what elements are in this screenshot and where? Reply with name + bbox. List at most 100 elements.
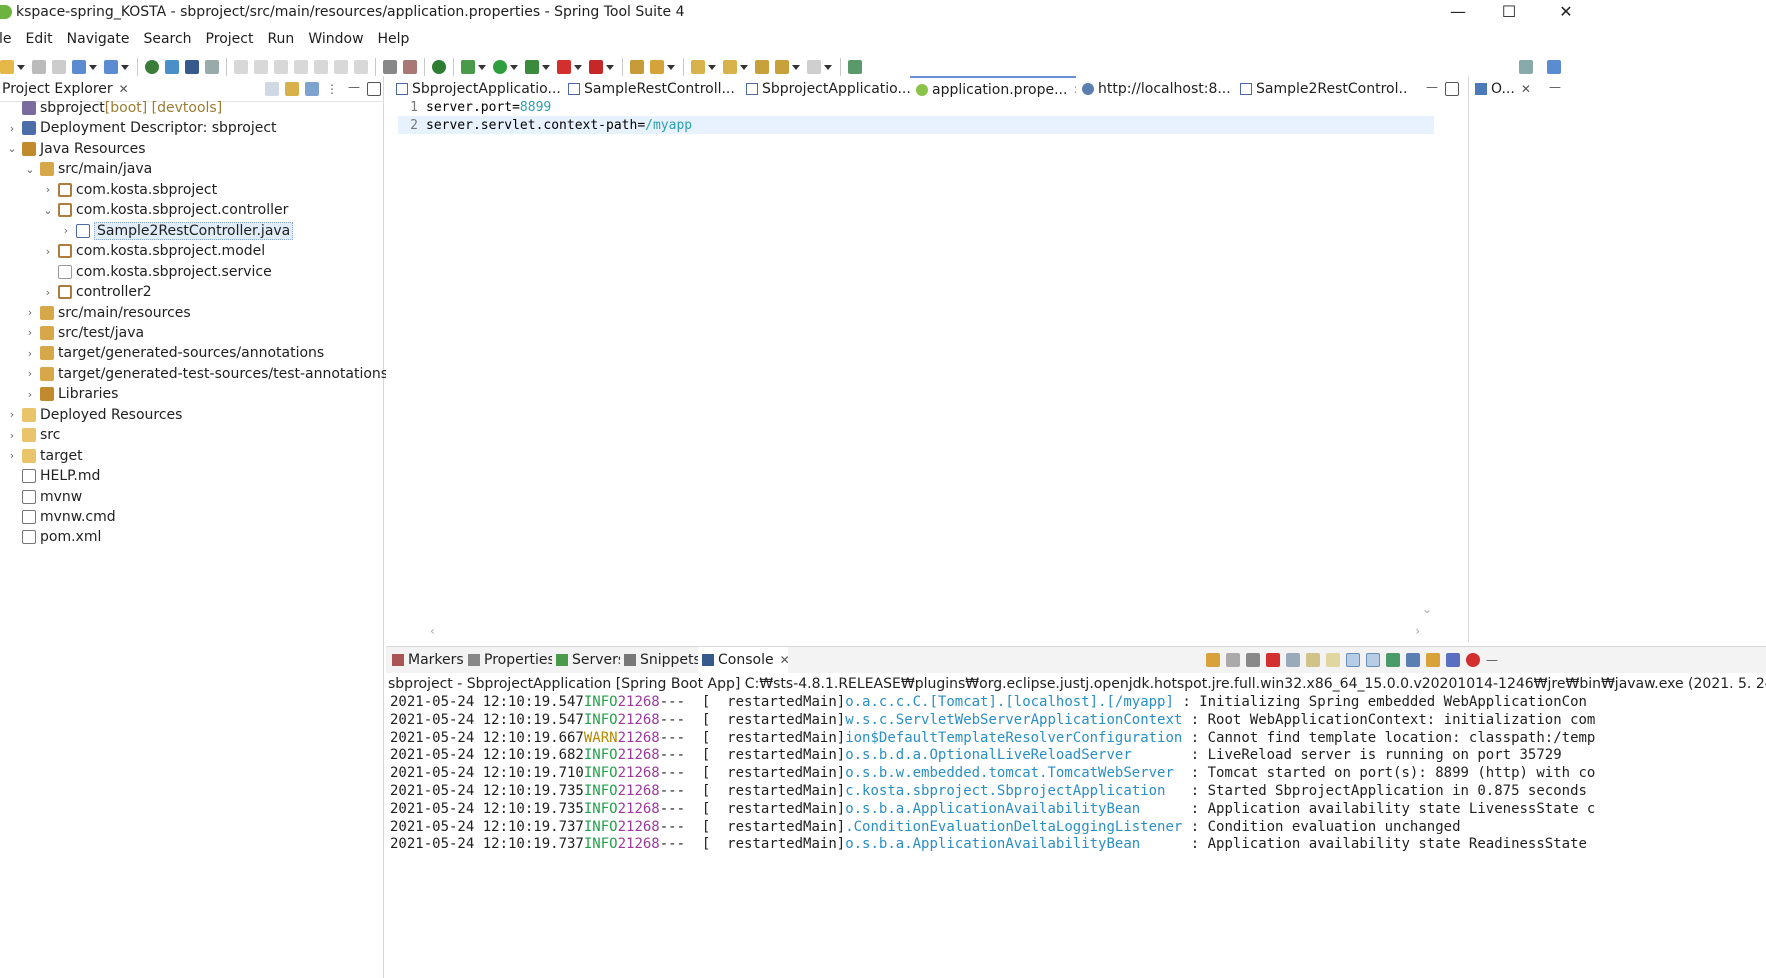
pen-icon[interactable]: [650, 60, 664, 74]
back-dropdown-icon[interactable]: [792, 64, 800, 70]
tree-item[interactable]: sbproject [boot] [devtools]: [6, 98, 222, 118]
chevron-down-icon[interactable]: ⌄: [42, 200, 54, 220]
toggle-block-icon[interactable]: [383, 60, 397, 74]
menu-window[interactable]: Window: [301, 31, 370, 47]
debug-icon[interactable]: [461, 60, 475, 74]
menu-search[interactable]: Search: [136, 31, 198, 47]
pin-icon[interactable]: [1386, 653, 1400, 667]
tree-item[interactable]: ⌄ com.kosta.sbproject.controller: [42, 200, 288, 220]
terminate-icon[interactable]: [274, 60, 288, 74]
tree-item[interactable]: mvnw: [6, 487, 82, 507]
globe-icon[interactable]: [145, 60, 159, 74]
scroll-left-icon[interactable]: ‹: [430, 624, 435, 638]
java-perspective-icon[interactable]: [1547, 60, 1561, 74]
collapse-all-icon[interactable]: [265, 82, 279, 96]
minimize-view-icon[interactable]: —: [1549, 80, 1561, 94]
skip-breakpoints-icon[interactable]: [403, 60, 417, 74]
show-on-stdout-icon[interactable]: [1346, 653, 1360, 667]
menu-help[interactable]: Help: [371, 31, 417, 47]
tree-item[interactable]: ⌄ Java Resources: [6, 139, 145, 159]
disconnect-icon[interactable]: [294, 60, 308, 74]
pin-console-icon[interactable]: [1206, 653, 1220, 667]
maximize-editor-icon[interactable]: [1445, 82, 1459, 96]
minimize-view-icon[interactable]: —: [347, 81, 361, 96]
new-spring-project-icon[interactable]: [72, 60, 86, 74]
tree-item[interactable]: › target/generated-test-sources/test-anno…: [24, 364, 388, 384]
resume-icon[interactable]: [234, 60, 248, 74]
previous-annotation-icon[interactable]: [723, 60, 737, 74]
close-icon[interactable]: ✕: [1521, 82, 1531, 96]
tree-item[interactable]: › Sample2RestController.java: [60, 221, 294, 241]
show-on-stderr-icon[interactable]: [1366, 653, 1380, 667]
remove-all-icon[interactable]: [1246, 653, 1260, 667]
tree-item[interactable]: › target/generated-sources/annotations: [24, 343, 324, 363]
chevron-right-icon[interactable]: ›: [24, 364, 36, 384]
remove-launch-icon[interactable]: [1226, 653, 1240, 667]
link-with-editor-icon[interactable]: [285, 82, 299, 96]
chevron-down-icon[interactable]: ⌄: [6, 139, 18, 159]
new-dropdown-icon[interactable]: [17, 64, 25, 70]
search-icon[interactable]: [1487, 60, 1501, 74]
tree-item[interactable]: › Deployed Resources: [6, 405, 183, 425]
chevron-right-icon[interactable]: ›: [42, 282, 54, 302]
save-all-icon[interactable]: [52, 60, 66, 74]
menu-project[interactable]: Project: [199, 31, 261, 47]
code-line[interactable]: 2 server.servlet.context-path=/myapp: [398, 116, 1434, 134]
chevron-right-icon[interactable]: ›: [6, 425, 18, 445]
chevron-right-icon[interactable]: ›: [6, 118, 18, 138]
chevron-right-icon[interactable]: ›: [24, 343, 36, 363]
maximize-button[interactable]: ☐: [1489, 0, 1529, 22]
chevron-down-icon[interactable]: ⌄: [24, 159, 36, 179]
view-menu-icon[interactable]: ⋮: [325, 82, 339, 96]
tree-item[interactable]: › src: [6, 425, 61, 445]
stop-icon[interactable]: [557, 60, 571, 74]
terminate-icon[interactable]: [1266, 653, 1280, 667]
spring-icon[interactable]: [1466, 653, 1480, 667]
tree-item[interactable]: › Deployment Descriptor: sbproject: [6, 118, 277, 138]
close-icon[interactable]: ✕: [119, 82, 129, 96]
new-java-icon[interactable]: [104, 60, 118, 74]
tree-item[interactable]: com.kosta.sbproject.service: [42, 262, 272, 282]
tree-item[interactable]: › com.kosta.sbproject: [42, 180, 217, 200]
java-dropdown-icon[interactable]: [121, 64, 129, 70]
open-task-icon[interactable]: [630, 60, 644, 74]
maximize-view-icon[interactable]: [367, 82, 381, 96]
previous-annotation-dropdown-icon[interactable]: [740, 64, 748, 70]
forward-dropdown-icon[interactable]: [824, 64, 832, 70]
chevron-right-icon[interactable]: ›: [42, 241, 54, 261]
open-perspective-icon[interactable]: [1519, 60, 1533, 74]
chevron-right-icon[interactable]: ›: [24, 384, 36, 404]
console-view-tab[interactable]: Console ✕: [698, 647, 788, 673]
terminal-icon[interactable]: [185, 60, 199, 74]
menu-navigate[interactable]: Navigate: [60, 31, 137, 47]
open-console-icon[interactable]: [1426, 653, 1440, 667]
close-icon[interactable]: ✕: [780, 653, 788, 667]
menu-edit[interactable]: Edit: [19, 31, 60, 47]
tab-outline[interactable]: O... ✕: [1469, 76, 1539, 102]
step-over-icon[interactable]: [334, 60, 348, 74]
tree-item[interactable]: › src/main/resources: [24, 303, 191, 323]
filter-icon[interactable]: [305, 82, 319, 96]
console-view-tab[interactable]: Servers: [552, 647, 620, 673]
chevron-right-icon[interactable]: ›: [42, 180, 54, 200]
tree-item[interactable]: pom.xml: [6, 527, 101, 547]
minimize-editor-icon[interactable]: —: [1425, 81, 1439, 96]
spring-dropdown-icon[interactable]: [89, 64, 97, 70]
scroll-lock-icon[interactable]: [1306, 653, 1320, 667]
suspend-icon[interactable]: [254, 60, 268, 74]
step-return-icon[interactable]: [354, 60, 368, 74]
pin-editor-icon[interactable]: [848, 60, 862, 74]
external-tools-icon[interactable]: [589, 60, 603, 74]
extra-console-icon[interactable]: [1446, 653, 1460, 667]
next-annotation-dropdown-icon[interactable]: [708, 64, 716, 70]
stop-dropdown-icon[interactable]: [574, 64, 582, 70]
external-tools-dropdown-icon[interactable]: [606, 64, 614, 70]
tree-item[interactable]: mvnw.cmd: [6, 507, 116, 527]
tree-item[interactable]: › com.kosta.sbproject.model: [42, 241, 265, 261]
spring-boot-dashboard-icon[interactable]: [432, 60, 446, 74]
scroll-down-icon[interactable]: ⌄: [1422, 602, 1432, 616]
minimize-view-icon[interactable]: —: [1486, 653, 1498, 667]
open-type-icon[interactable]: [165, 60, 179, 74]
chevron-right-icon[interactable]: ›: [6, 446, 18, 466]
new-icon[interactable]: [0, 60, 14, 74]
